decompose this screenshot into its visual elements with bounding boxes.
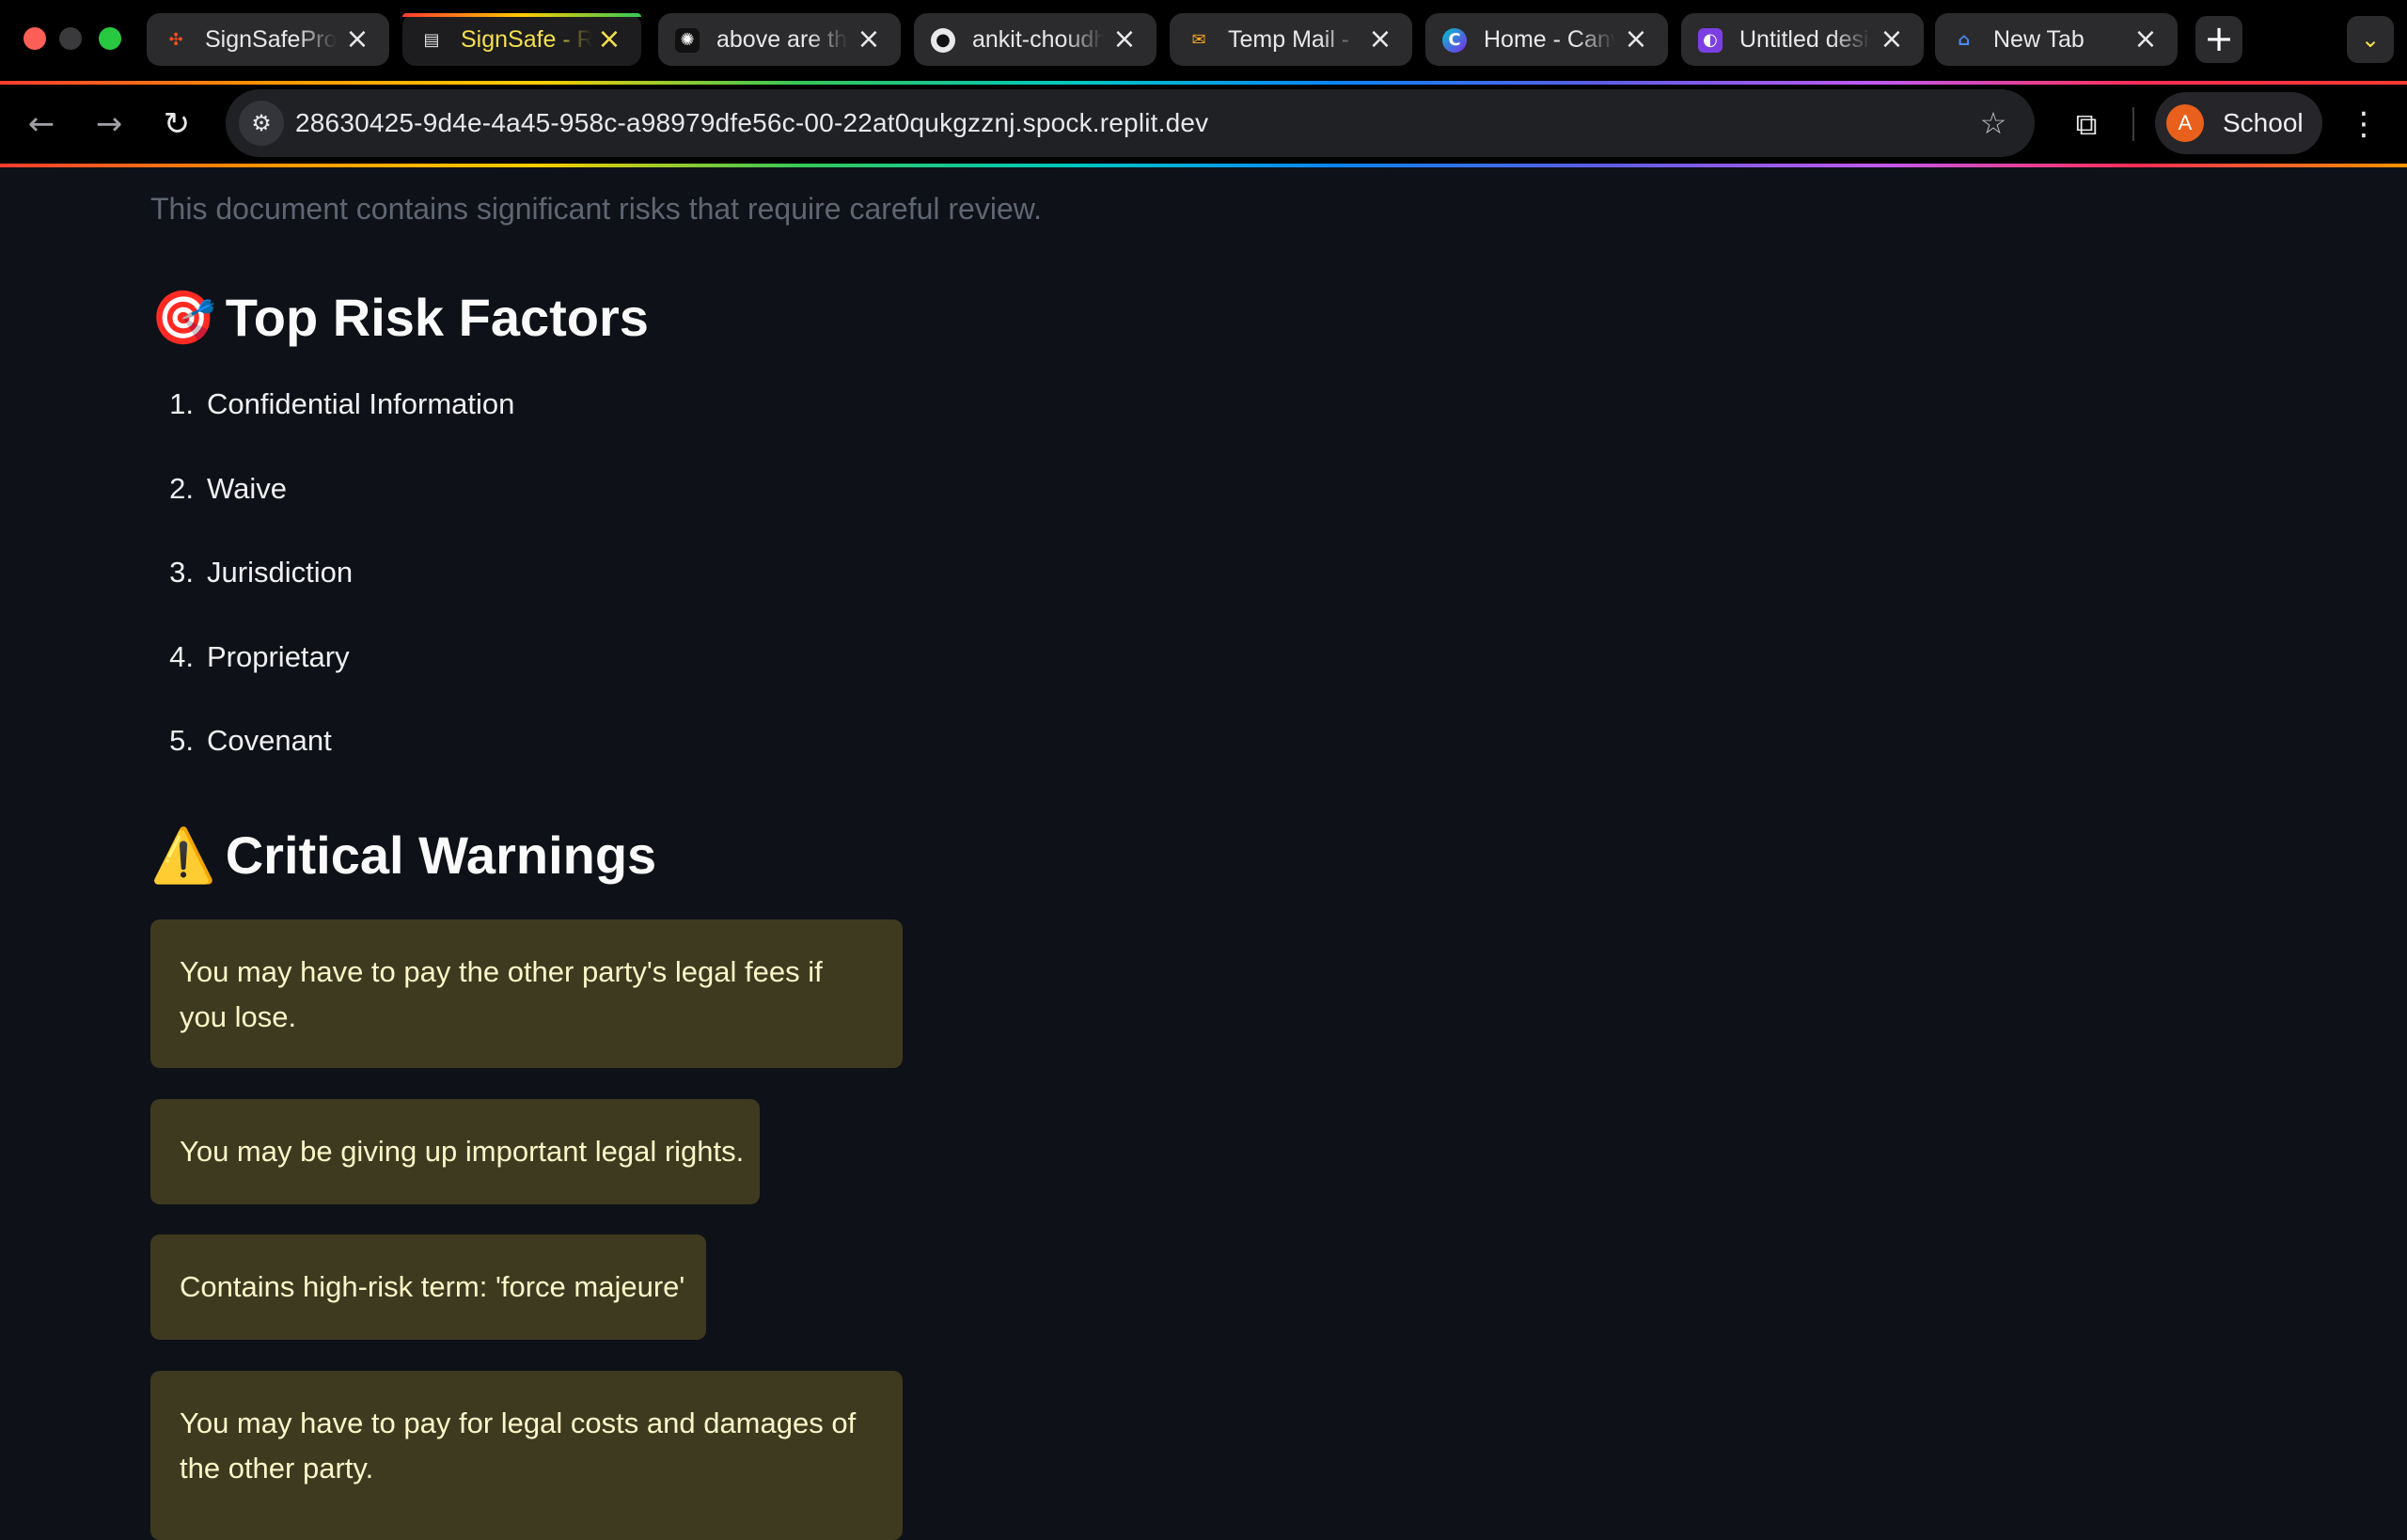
arrow-right-icon: → bbox=[95, 105, 123, 143]
back-button[interactable]: ← bbox=[19, 102, 64, 147]
close-tab-icon[interactable]: × bbox=[342, 23, 372, 56]
profile-name: School bbox=[2223, 108, 2304, 137]
close-tab-icon[interactable]: × bbox=[1621, 23, 1651, 56]
close-tab-icon[interactable]: × bbox=[1109, 23, 1140, 56]
github-icon: ● bbox=[931, 28, 955, 53]
risk-factor-item: 3. Jurisdiction bbox=[169, 556, 354, 589]
figma-icon: ✣ bbox=[168, 30, 183, 50]
chevron-down-icon: ⌄ bbox=[2360, 26, 2381, 53]
close-tab-icon[interactable]: × bbox=[594, 23, 624, 56]
envelope-icon: ✉ bbox=[1191, 30, 1206, 50]
new-tab-button[interactable]: + bbox=[2195, 16, 2242, 63]
forward-button[interactable]: → bbox=[87, 102, 132, 147]
close-tab-icon[interactable]: × bbox=[2131, 23, 2161, 56]
warning-box: Contains high-risk term: 'force majeure' bbox=[150, 1234, 706, 1340]
risk-factor-item: 5. Covenant bbox=[169, 724, 332, 757]
minimize-window-button[interactable] bbox=[59, 27, 82, 50]
warning-box: You may have to pay the other party's le… bbox=[150, 919, 903, 1068]
home-icon: ⌂ bbox=[1958, 30, 1971, 50]
toolbar-accent-line bbox=[0, 164, 2407, 167]
close-window-button[interactable] bbox=[24, 27, 46, 50]
critical-warnings-heading: ⚠️ Critical Warnings bbox=[150, 825, 657, 887]
canva-icon: C bbox=[1442, 28, 1467, 53]
warning-box: You may have to pay for legal costs and … bbox=[150, 1371, 903, 1540]
arrow-left-icon: ← bbox=[27, 105, 55, 143]
browser-menu-button[interactable]: ⋮ bbox=[2341, 102, 2386, 147]
tab-search-button[interactable]: ⌄ bbox=[2347, 16, 2394, 63]
close-tab-icon[interactable]: × bbox=[1365, 23, 1395, 56]
tab-signsafepro[interactable]: ✣ SignSafePro × bbox=[147, 13, 389, 66]
top-risk-factors-heading: 🎯 Top Risk Factors bbox=[150, 288, 649, 349]
tab-untitled-design[interactable]: ◐ Untitled design × bbox=[1681, 13, 1924, 66]
puzzle-icon: ⧉ bbox=[2075, 106, 2098, 142]
target-icon: 🎯 bbox=[150, 288, 216, 349]
browser-toolbar: ← → ↻ ⚙ 28630425-9d4e-4a45-958c-a98979df… bbox=[0, 85, 2407, 164]
design-app-icon: ◐ bbox=[1698, 28, 1723, 53]
tab-github[interactable]: ● ankit-choudhary × bbox=[914, 13, 1156, 66]
openai-icon: ✺ bbox=[675, 28, 700, 53]
risk-summary-text: This document contains significant risks… bbox=[150, 192, 1042, 226]
tab-strip: ✣ SignSafePro × ▤ SignSafe - Replit × ✺ … bbox=[0, 0, 2407, 81]
tab-new-tab[interactable]: ⌂ New Tab × bbox=[1935, 13, 2178, 66]
maximize-window-button[interactable] bbox=[99, 27, 121, 50]
tab-canva[interactable]: C Home - Canva × bbox=[1425, 13, 1668, 66]
close-tab-icon[interactable]: × bbox=[1877, 23, 1907, 56]
tune-icon: ⚙ bbox=[251, 110, 272, 136]
document-icon: ▤ bbox=[423, 30, 440, 50]
toolbar-divider bbox=[2132, 107, 2134, 141]
plus-icon: + bbox=[2204, 18, 2234, 59]
reload-button[interactable]: ↻ bbox=[154, 102, 199, 147]
url-text[interactable]: 28630425-9d4e-4a45-958c-a98979dfe56c-00-… bbox=[295, 106, 1208, 140]
reload-icon: ↻ bbox=[163, 105, 191, 143]
risk-factor-item: 2. Waive bbox=[169, 471, 287, 505]
close-tab-icon[interactable]: × bbox=[854, 23, 884, 56]
tab-color-stripe bbox=[402, 13, 641, 17]
avatar: A bbox=[2166, 104, 2204, 142]
site-info-button[interactable]: ⚙ bbox=[239, 101, 284, 146]
tab-signsafe-replit[interactable]: ▤ SignSafe - Replit × bbox=[402, 13, 641, 66]
tab-chatgpt[interactable]: ✺ above are the × bbox=[658, 13, 901, 66]
warning-icon: ⚠️ bbox=[150, 825, 216, 887]
risk-factors-list: 1. Confidential Information 2. Waive 3. Jur… bbox=[150, 385, 514, 807]
more-vert-icon: ⋮ bbox=[2348, 105, 2380, 143]
bookmark-button[interactable]: ☆ bbox=[1973, 102, 2014, 144]
tab-temp-mail[interactable]: ✉ Temp Mail - × bbox=[1170, 13, 1412, 66]
risk-factor-item: 1. Confidential Information bbox=[169, 387, 515, 420]
profile-button[interactable]: A School bbox=[2155, 92, 2322, 154]
address-bar[interactable]: ⚙ 28630425-9d4e-4a45-958c-a98979dfe56c-0… bbox=[226, 89, 2035, 157]
star-icon: ☆ bbox=[1979, 105, 2007, 141]
risk-factor-item: 4. Proprietary bbox=[169, 639, 350, 673]
extensions-button[interactable]: ⧉ bbox=[2064, 102, 2109, 147]
warning-box: You may be giving up important legal rig… bbox=[150, 1099, 760, 1204]
